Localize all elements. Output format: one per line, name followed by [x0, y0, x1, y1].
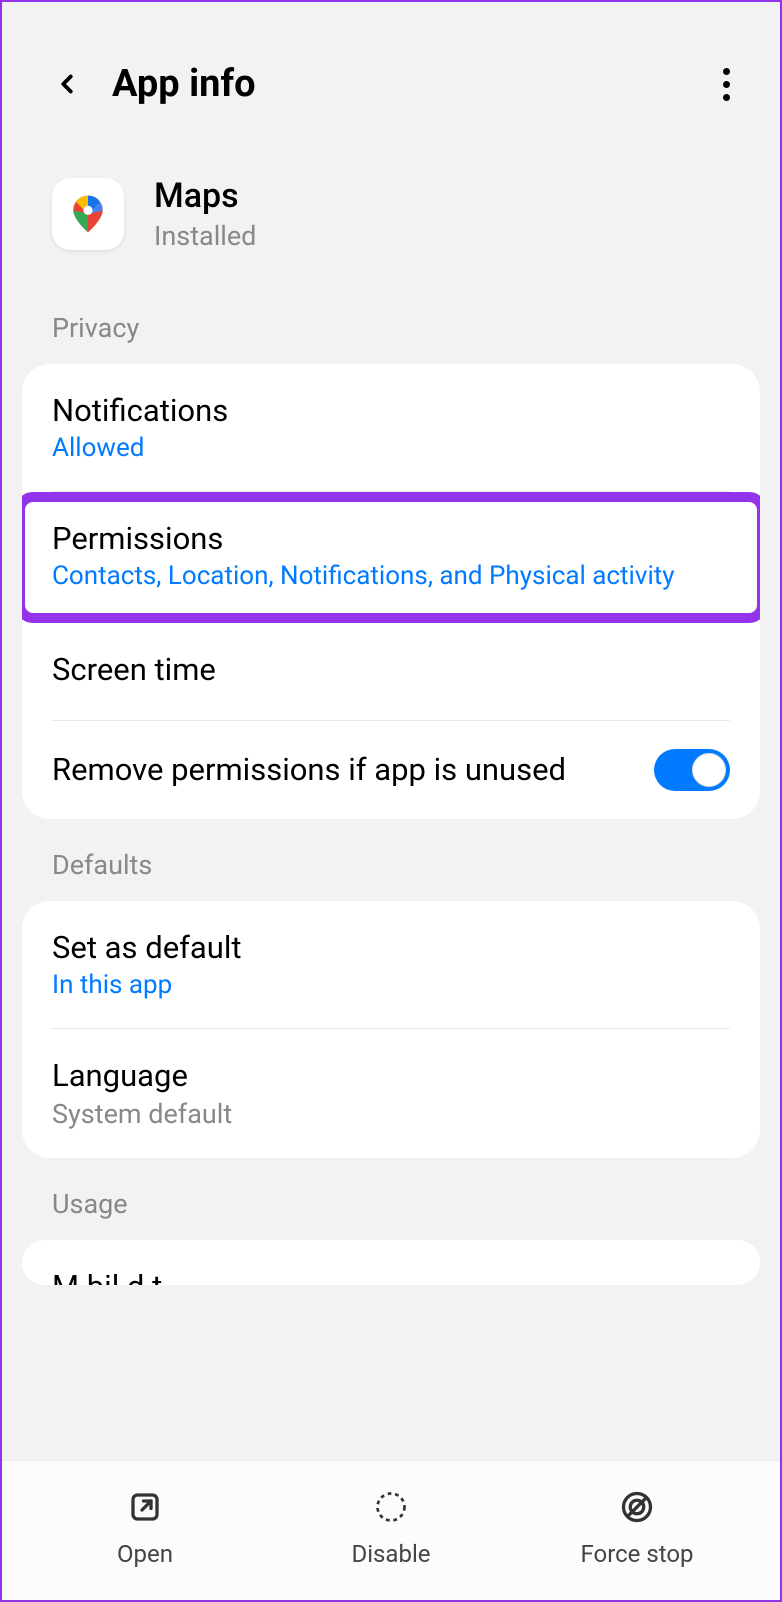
toggle-knob: [692, 753, 726, 787]
app-icon: [52, 178, 124, 250]
language-item[interactable]: Language System default: [22, 1029, 760, 1158]
remove-permissions-title: Remove permissions if app is unused: [52, 749, 654, 791]
set-default-value: In this app: [52, 970, 730, 1000]
app-details: Maps Installed: [154, 176, 256, 252]
disable-icon: [372, 1488, 410, 1526]
screen-time-item[interactable]: Screen time: [22, 623, 760, 720]
force-stop-button[interactable]: Force stop: [514, 1488, 760, 1568]
notifications-item[interactable]: Notifications Allowed: [22, 364, 760, 491]
permissions-highlight: Permissions Contacts, Location, Notifica…: [22, 492, 760, 623]
force-stop-label: Force stop: [580, 1540, 693, 1568]
screen-time-title: Screen time: [52, 651, 730, 688]
open-button[interactable]: Open: [22, 1488, 268, 1568]
app-status: Installed: [154, 220, 256, 252]
open-label: Open: [117, 1540, 173, 1568]
force-stop-icon: [618, 1488, 656, 1526]
disable-button[interactable]: Disable: [268, 1488, 514, 1568]
header-left: App info: [52, 62, 256, 106]
section-header-usage: Usage: [2, 1158, 780, 1240]
set-default-item[interactable]: Set as default In this app: [22, 901, 760, 1028]
open-icon: [126, 1488, 164, 1526]
app-name: Maps: [154, 176, 256, 216]
section-header-defaults: Defaults: [2, 819, 780, 901]
page-title: App info: [112, 62, 256, 106]
privacy-card: Notifications Allowed Permissions Contac…: [22, 364, 760, 819]
disable-label: Disable: [351, 1540, 430, 1568]
more-options-icon[interactable]: [723, 68, 750, 101]
permissions-title: Permissions: [52, 520, 730, 557]
language-title: Language: [52, 1057, 730, 1094]
app-header: Maps Installed: [2, 126, 780, 282]
mobile-data-title: M bil d t: [52, 1268, 730, 1285]
bottom-bar: Open Disable Force stop: [2, 1460, 780, 1600]
notifications-title: Notifications: [52, 392, 730, 429]
permissions-value: Contacts, Location, Notifications, and P…: [52, 561, 730, 591]
header: App info: [2, 2, 780, 126]
remove-permissions-item[interactable]: Remove permissions if app is unused: [22, 721, 760, 819]
language-value: System default: [52, 1098, 730, 1130]
section-header-privacy: Privacy: [2, 282, 780, 364]
usage-card: M bil d t: [22, 1240, 760, 1285]
set-default-title: Set as default: [52, 929, 730, 966]
notifications-value: Allowed: [52, 433, 730, 463]
mobile-data-item[interactable]: M bil d t: [22, 1240, 760, 1285]
defaults-card: Set as default In this app Language Syst…: [22, 901, 760, 1158]
permissions-item[interactable]: Permissions Contacts, Location, Notifica…: [52, 520, 730, 591]
remove-permissions-toggle[interactable]: [654, 749, 730, 791]
back-icon[interactable]: [52, 69, 82, 99]
